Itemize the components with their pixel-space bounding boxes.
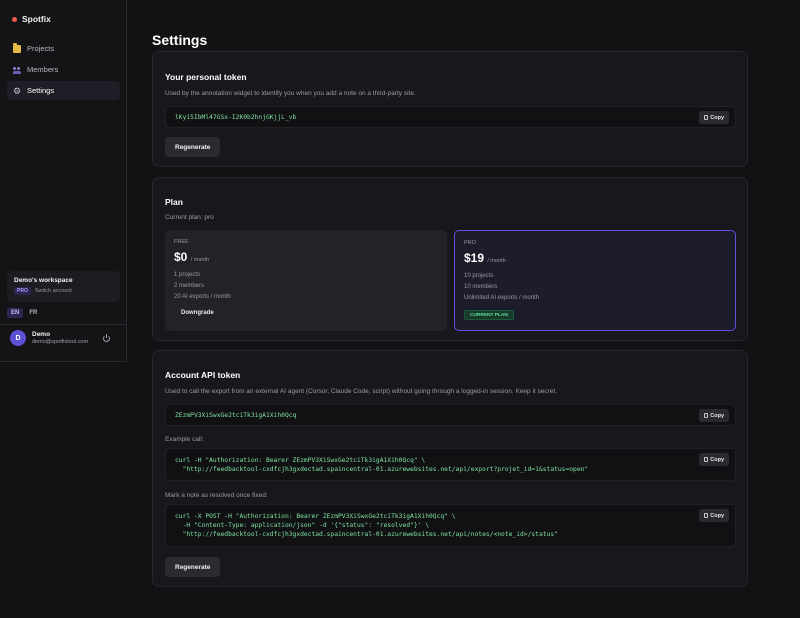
- copy-label: Copy: [710, 456, 724, 463]
- copy-label: Copy: [710, 512, 724, 519]
- plan-price: $0 / month: [174, 250, 209, 264]
- brand-logo-icon: [12, 16, 17, 22]
- card-title: Plan: [165, 197, 183, 207]
- plan-free: FREE $0 / month 1 projects 2 members 20 …: [165, 230, 447, 331]
- plan-label: FREE: [174, 239, 189, 245]
- personal-token-card: Your personal token Used by the annotati…: [152, 51, 748, 167]
- plan-price-amount: $0: [174, 250, 188, 264]
- card-title: Your personal token: [165, 72, 247, 82]
- plan-feature: 2 members: [174, 283, 205, 289]
- current-plan-badge: CURRENT PLAN: [464, 310, 514, 320]
- members-icon: [13, 66, 21, 74]
- page-title: Settings: [152, 32, 208, 48]
- example-call-code-text: curl -H "Authorization: Bearer ZEzmPV3Xi…: [175, 457, 589, 473]
- plan-pro: PRO $19 / month 10 projects 10 members U…: [454, 230, 736, 331]
- plan-features: 10 projects 10 members Unlimited AI expo…: [464, 271, 539, 304]
- copy-label: Copy: [710, 114, 724, 121]
- copy-button[interactable]: Copy: [699, 409, 729, 422]
- current-plan-text: Current plan: pro: [165, 214, 214, 221]
- plan-period: / month: [190, 257, 210, 263]
- plan-feature: 1 projects: [174, 272, 201, 278]
- plan-badge: PRO: [14, 287, 31, 295]
- resolve-call-code: curl -X POST -H "Authorization: Bearer Z…: [165, 504, 736, 547]
- plan-feature: 10 members: [464, 284, 498, 290]
- plan-card: Plan Current plan: pro FREE $0 / month 1…: [152, 177, 748, 341]
- downgrade-button[interactable]: Downgrade: [174, 305, 221, 321]
- lang-fr-button[interactable]: FR: [25, 308, 41, 318]
- workspace-name: Demo's workspace: [14, 277, 73, 284]
- user-email: demo@spotfixtool.com: [32, 339, 89, 345]
- sidebar-item-label: Projects: [27, 44, 55, 53]
- logout-icon[interactable]: [103, 334, 110, 342]
- plan-feature: 20 AI exports / month: [174, 294, 231, 300]
- sidebar: Spotfix Projects Members ⚙ Settings Demo…: [0, 0, 127, 362]
- folder-icon: [13, 43, 21, 53]
- lang-en-button[interactable]: EN: [7, 308, 24, 318]
- copy-button[interactable]: Copy: [699, 509, 729, 522]
- example-call-label: Example call:: [165, 436, 204, 443]
- plan-price: $19 / month: [464, 251, 506, 265]
- api-token-value: ZEzmPV3XiSwxGe2tciTk3igA1Xih0Qcq: [175, 412, 297, 419]
- sidebar-item-members[interactable]: Members: [7, 60, 120, 79]
- resolve-call-code-text: curl -X POST -H "Authorization: Bearer Z…: [175, 513, 558, 538]
- copy-button[interactable]: Copy: [699, 453, 729, 466]
- card-description: Used by the annotation widget to identif…: [165, 90, 416, 97]
- plan-features: 1 projects 2 members 20 AI exports / mon…: [174, 270, 231, 303]
- clipboard-icon: [704, 115, 709, 120]
- api-token-field[interactable]: ZEzmPV3XiSwxGe2tciTk3igA1Xih0Qcq Copy: [165, 404, 736, 426]
- plan-feature: Unlimited AI exports / month: [464, 295, 540, 301]
- regenerate-button[interactable]: Regenerate: [165, 557, 221, 577]
- user-name: Demo: [32, 331, 51, 338]
- brand[interactable]: Spotfix: [12, 14, 51, 24]
- user-profile[interactable]: D Demo demo@spotfixtool.com: [10, 330, 88, 346]
- plan-label: PRO: [464, 240, 476, 246]
- sidebar-item-settings[interactable]: ⚙ Settings: [7, 81, 120, 100]
- sidebar-item-label: Members: [27, 65, 59, 74]
- clipboard-icon: [704, 457, 709, 462]
- language-switcher: EN FR: [7, 308, 41, 318]
- card-title: Account API token: [165, 370, 241, 380]
- clipboard-icon: [704, 513, 709, 518]
- avatar: D: [10, 330, 26, 346]
- plan-period: / month: [487, 258, 506, 264]
- example-call-code: curl -H "Authorization: Bearer ZEzmPV3Xi…: [165, 448, 736, 481]
- copy-button[interactable]: Copy: [699, 111, 729, 124]
- personal-token-value: lKyi5IbMl47GSx-I2K0b2hnjGKjjL_vb: [175, 114, 297, 121]
- sidebar-item-label: Settings: [27, 86, 55, 95]
- sidebar-item-projects[interactable]: Projects: [7, 39, 120, 58]
- switch-account-link[interactable]: Switch account: [35, 288, 72, 294]
- resolve-call-label: Mark a note as resolved once fixed:: [165, 492, 268, 499]
- api-token-card: Account API token Used to call the expor…: [152, 350, 748, 587]
- regenerate-button[interactable]: Regenerate: [165, 137, 221, 157]
- divider: [0, 324, 126, 325]
- sidebar-nav: Projects Members ⚙ Settings: [7, 39, 120, 102]
- brand-name: Spotfix: [22, 14, 51, 24]
- personal-token-field[interactable]: lKyi5IbMl47GSx-I2K0b2hnjGKjjL_vb Copy: [165, 106, 736, 128]
- card-description: Used to call the export from an external…: [165, 388, 558, 395]
- workspace-switcher[interactable]: Demo's workspace PRO Switch account: [7, 271, 120, 302]
- clipboard-icon: [704, 413, 709, 418]
- plan-feature: 10 projects: [464, 273, 494, 279]
- plan-price-amount: $19: [464, 251, 485, 265]
- copy-label: Copy: [710, 412, 724, 419]
- gear-icon: ⚙: [13, 85, 22, 96]
